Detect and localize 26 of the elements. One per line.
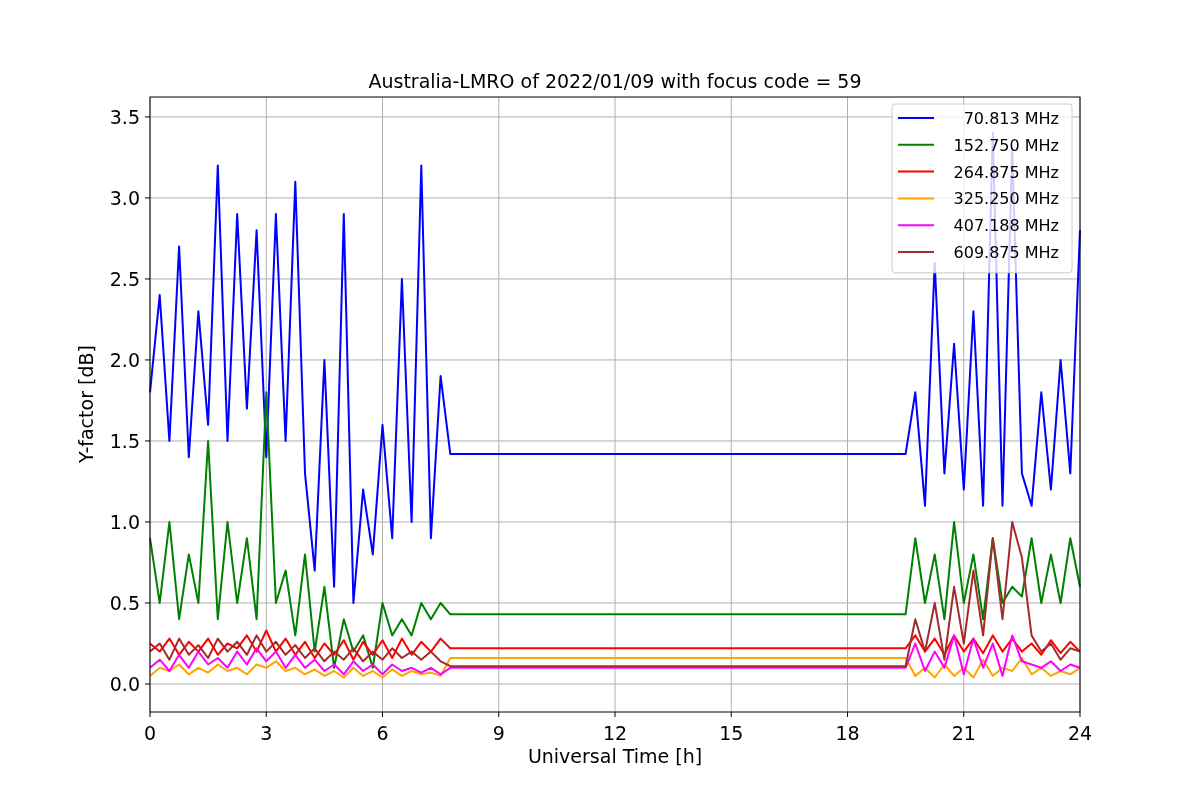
tick-label: 0.0	[109, 672, 140, 695]
legend-label: 152.750 MHz	[953, 135, 1059, 155]
tick-label: 2.0	[109, 348, 140, 371]
axis-title: Y-factor [dB]	[75, 345, 97, 463]
tick-label: 9	[492, 722, 505, 744]
tick-label: 15	[719, 722, 744, 744]
legend-label: 325.250 MHz	[953, 189, 1059, 209]
tick-label: 3.0	[109, 186, 140, 209]
tick-label: 21	[951, 722, 976, 744]
legend-label: 70.813 MHz	[963, 109, 1059, 128]
tick-label: 18	[835, 722, 860, 744]
tick-label: 2.5	[109, 267, 140, 290]
tick-label: 0.5	[109, 591, 140, 614]
tick-label: 12	[602, 722, 628, 744]
legend-label: 609.875 MHz	[953, 243, 1059, 262]
tick-label: 1.0	[109, 510, 140, 533]
tick-label: 3.5	[109, 105, 140, 128]
legend-label: 264.875 MHz	[953, 162, 1059, 182]
tick-label: 3	[260, 722, 273, 744]
tick-label: 1.5	[109, 429, 140, 452]
tick-label: 0	[143, 722, 157, 744]
legend-label: 407.188 MHz	[953, 216, 1059, 236]
tick-label: 24	[1067, 722, 1093, 744]
chart-title: Australia-LMRO of 2022/01/09 with focus code = 59	[368, 70, 862, 92]
axis-title: Universal Time [h]	[527, 745, 703, 767]
tick-label: 6	[376, 722, 389, 744]
